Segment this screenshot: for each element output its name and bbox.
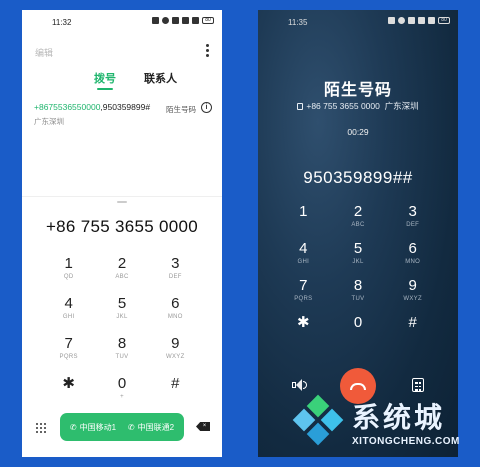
edit-button[interactable]: 编辑 xyxy=(35,46,53,59)
signal-icon xyxy=(182,17,189,24)
recent-number-prefix: +8675536550000 xyxy=(34,102,101,112)
battery-icon: 80 xyxy=(438,17,450,24)
battery-icon: 80 xyxy=(202,17,214,24)
key-3[interactable]: 3 DEF xyxy=(149,255,202,295)
hang-up-icon xyxy=(350,382,366,390)
recent-call-tag: 陌生号码 xyxy=(166,105,196,114)
signal2-icon xyxy=(428,17,435,24)
key-6[interactable]: 6 MNO xyxy=(385,240,440,277)
call-sim2-button[interactable]: ✆ 中国联通2 xyxy=(128,422,174,433)
key-3[interactable]: 3 DEF xyxy=(385,203,440,240)
in-call-keypad: 1 2 ABC 3 DEF 4 GHI 5 JKL 6 MNO 7 PQRS 8 TUV 9W… xyxy=(276,203,440,351)
dialer-screen: 11:32 80 编辑 拨号 联系人 +8675536550000,950359… xyxy=(22,10,222,457)
watermark-logo-icon xyxy=(290,394,346,452)
dialer-tabs: 拨号 联系人 xyxy=(22,68,222,92)
key-1[interactable]: 1 QD xyxy=(42,255,95,295)
backspace-icon[interactable]: × xyxy=(196,422,210,431)
key-4[interactable]: 4 GHI xyxy=(276,240,331,277)
key-8[interactable]: 8 TUV xyxy=(95,335,148,375)
active-tab-indicator xyxy=(97,88,113,90)
key-2[interactable]: 2 ABC xyxy=(95,255,148,295)
in-call-screen: 11:35 80 陌生号码 +86 755 3655 0000 广东深圳 00:… xyxy=(258,10,458,457)
dial-number-display: +86 755 3655 0000 xyxy=(45,217,199,236)
call-duration: 00:29 xyxy=(347,127,369,137)
key-4[interactable]: 4 GHI xyxy=(42,295,95,335)
call-button-group: ✆ 中国移动1 ✆ 中国联通2 xyxy=(60,413,184,441)
key-8[interactable]: 8 TUV xyxy=(331,277,386,314)
key-hash[interactable]: # xyxy=(149,375,202,415)
recent-call-item[interactable]: +8675536550000,950359899# 广东深圳 陌生号码 i xyxy=(34,102,214,132)
watermark-url: XITONGCHENG.COM xyxy=(352,436,460,447)
status-icons: 80 xyxy=(388,17,450,24)
key-6[interactable]: 6 MNO xyxy=(149,295,202,335)
sim-icon xyxy=(297,103,304,110)
speaker-icon[interactable] xyxy=(292,379,307,391)
caller-number: +86 755 3655 0000 xyxy=(306,101,380,111)
alarm-icon xyxy=(388,17,395,24)
key-star[interactable]: ✱ xyxy=(276,314,331,351)
phone-icon: ✆ xyxy=(69,422,77,432)
caller-location: 广东深圳 xyxy=(384,101,419,111)
key-hash[interactable]: # xyxy=(385,314,440,351)
status-bar: 11:32 80 xyxy=(22,10,222,34)
dialpad-toggle-icon[interactable] xyxy=(36,423,46,433)
recent-call-number: +8675536550000,950359899# xyxy=(34,102,150,112)
dtmf-display: 950359899## xyxy=(303,168,413,187)
key-9[interactable]: 9 WXYZ xyxy=(149,335,202,375)
tab-contacts[interactable]: 联系人 xyxy=(144,70,177,86)
mute-icon xyxy=(398,17,405,24)
caller-name: 陌生号码 xyxy=(323,82,392,99)
key-star[interactable]: ✱ xyxy=(42,375,95,415)
key-0[interactable]: 0 xyxy=(331,314,386,351)
status-icons: 80 xyxy=(152,17,214,24)
recent-call-location: 广东深圳 xyxy=(34,117,64,126)
watermark-title: 系统城 xyxy=(352,402,446,433)
info-icon[interactable]: i xyxy=(201,102,212,113)
dialer-bottom-bar: ✆ 中国移动1 ✆ 中国联通2 × xyxy=(22,413,222,443)
keypad-toggle-icon[interactable] xyxy=(412,378,424,392)
wifi-icon xyxy=(408,17,415,24)
mute-icon xyxy=(162,17,169,24)
key-7[interactable]: 7 PQRS xyxy=(276,277,331,314)
phone-icon: ✆ xyxy=(127,422,135,432)
signal-icon xyxy=(418,17,425,24)
recent-number-suffix: ,950359899# xyxy=(100,102,151,112)
status-bar: 11:35 80 xyxy=(258,10,458,34)
drag-handle[interactable] xyxy=(117,201,127,203)
call-sim1-button[interactable]: ✆ 中国移动1 xyxy=(70,422,116,433)
key-1[interactable]: 1 xyxy=(276,203,331,240)
watermark: 系统城 XITONGCHENG.COM xyxy=(290,392,470,462)
key-0[interactable]: 0 + xyxy=(95,375,148,415)
key-9[interactable]: 9 WXYZ xyxy=(385,277,440,314)
dialpad-sheet: +86 755 3655 0000 1 QD 2 ABC 3 DEF 4 GHI 5 JK… xyxy=(22,196,222,457)
status-time: 11:32 xyxy=(52,18,72,27)
key-2[interactable]: 2 ABC xyxy=(331,203,386,240)
key-5[interactable]: 5 JKL xyxy=(331,240,386,277)
key-7[interactable]: 7 PQRS xyxy=(42,335,95,375)
status-time: 11:35 xyxy=(288,18,308,27)
tab-dialpad[interactable]: 拨号 xyxy=(94,70,116,86)
dialpad: 1 QD 2 ABC 3 DEF 4 GHI 5 JKL 6 MNO 7 PQRS 8 TUV … xyxy=(42,255,202,415)
more-options-icon[interactable] xyxy=(206,44,210,58)
alarm-icon xyxy=(152,17,159,24)
caller-number-line: +86 755 3655 0000 广东深圳 xyxy=(258,100,458,112)
signal2-icon xyxy=(192,17,199,24)
key-5[interactable]: 5 JKL xyxy=(95,295,148,335)
wifi-icon xyxy=(172,17,179,24)
